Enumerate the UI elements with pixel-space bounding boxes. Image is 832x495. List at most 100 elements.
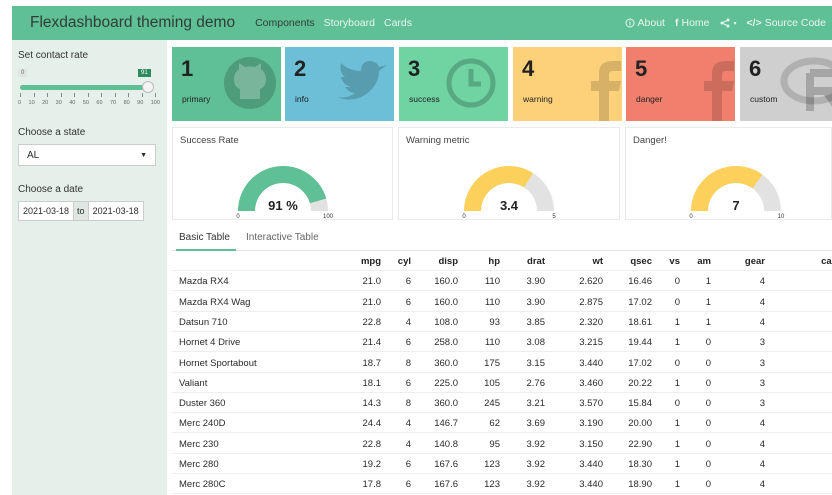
table-row: Valiant18.16225.01052.763.46020.221031 <box>172 373 832 393</box>
table-cell: 3 <box>759 357 765 369</box>
tick-label: 60 <box>96 100 103 106</box>
table-cell: 62 <box>489 418 500 430</box>
state-label: Choose a state <box>18 127 86 138</box>
table-cell: 1 <box>705 296 711 308</box>
clock-icon <box>446 58 496 108</box>
table-cell: 258.0 <box>434 337 458 349</box>
table-cell: 21.0 <box>362 276 382 288</box>
table-cell: 0 <box>705 418 711 430</box>
tab-basic-table[interactable]: Basic Table <box>179 232 230 243</box>
facebook-icon <box>704 61 734 121</box>
table-card: Basic Table Interactive Table mpg cyl disp… <box>172 226 832 495</box>
about-link[interactable]: About <box>625 17 665 29</box>
gauge-card-danger: Danger! 7 0 10 <box>625 127 832 220</box>
home-link[interactable]: f Home <box>675 17 710 29</box>
table-tabs: Basic Table Interactive Table <box>172 226 832 251</box>
table-cell: 245 <box>484 398 500 410</box>
table-cell: 4 <box>759 276 765 288</box>
table-row: Mazda RX421.06160.01103.902.62016.460144 <box>172 271 832 292</box>
table-cell: 6 <box>405 377 411 389</box>
tick-label: 0 <box>18 100 22 106</box>
table-cell: 19.44 <box>628 337 652 349</box>
gauge-min: 0 <box>236 214 240 220</box>
gauge-success-rate: 91 % 0 100 <box>236 166 334 220</box>
value-box-info: 2 info <box>285 47 394 121</box>
table-cell: 3.90 <box>526 276 546 288</box>
value-box-number: 2 <box>294 56 307 81</box>
tab-storyboard[interactable]: Storyboard <box>324 17 375 29</box>
row-name-cell: Mazda RX4 Wag <box>179 296 251 308</box>
table-cell: 3.21 <box>526 398 546 410</box>
column-header: am <box>697 256 711 267</box>
slider-handle[interactable] <box>142 81 154 93</box>
table-cell: 3.92 <box>526 479 546 491</box>
home-label: Home <box>681 17 710 29</box>
state-select[interactable]: AL ▼ <box>18 144 156 166</box>
share-menu[interactable]: ▾ <box>720 18 737 28</box>
column-header: drat <box>527 256 545 267</box>
contact-rate-slider[interactable]: 0 91 0 10 20 30 40 50 60 70 80 90 100 <box>18 67 161 111</box>
about-label: About <box>637 17 665 29</box>
table-cell: 0 <box>674 398 680 410</box>
table-cell: 0 <box>705 377 711 389</box>
table-cell: 21.0 <box>362 296 382 308</box>
tick-label: 30 <box>55 100 62 106</box>
tab-interactive-table[interactable]: Interactive Table <box>246 232 319 243</box>
table-cell: 6 <box>405 337 411 349</box>
r-logo-icon <box>780 57 832 111</box>
table-cell: 1 <box>674 479 680 491</box>
table-cell: 3.90 <box>526 296 546 308</box>
table-row: Hornet Sportabout 18.7 8 360.0 175 3.15 3.440 1… <box>172 353 832 373</box>
date-to-input[interactable]: 2021-03-18 <box>87 201 144 221</box>
row-name-cell: Merc 240D <box>179 418 226 430</box>
tab-cards[interactable]: Cards <box>384 17 412 29</box>
tick-label: 10 <box>28 100 35 106</box>
table-cell: 1 <box>705 276 711 288</box>
table-header-row: mpg cyl disp hp drat wt qsec vs am gear carl <box>172 251 832 271</box>
table-cell: 18.90 <box>628 479 652 491</box>
table-cell: 0 <box>705 337 711 349</box>
table-cell: 160.0 <box>434 296 458 308</box>
row-name-cell: Datsun 710 <box>179 316 228 328</box>
table-cell: 18.1 <box>362 377 382 389</box>
table-cell: 123 <box>484 459 500 470</box>
gauge-warning-metric: 3.4 0 5 <box>462 166 556 220</box>
gauge-max: 100 <box>323 214 334 220</box>
gauge-max: 5 <box>552 214 556 220</box>
table-cell: 4 <box>759 316 765 328</box>
table-cell: 3.08 <box>526 337 546 349</box>
table-cell: 3.460 <box>579 377 603 389</box>
row-name-cell: Mazda RX4 <box>179 276 229 288</box>
gauge-min: 0 <box>689 214 693 220</box>
table-cell: 95 <box>489 438 500 450</box>
table-row: Merc 240D24.44146.7623.693.19020.001042 <box>172 413 832 434</box>
info-circle-icon <box>625 18 635 28</box>
gauge-card-warning: Warning metric 3.4 0 5 <box>398 127 620 220</box>
column-header: gear <box>744 256 765 267</box>
table-cell: 6 <box>405 459 411 470</box>
table-cell: 4 <box>759 438 765 450</box>
table-cell: 21.4 <box>362 337 382 349</box>
slider-track[interactable] <box>20 85 146 90</box>
source-code-link[interactable]: </> Source Code <box>747 17 826 29</box>
table-cell: 17.02 <box>628 296 652 308</box>
column-header: cyl <box>397 256 411 267</box>
table-cell: 3 <box>759 337 765 349</box>
table-cell: 3.190 <box>579 418 603 430</box>
table-cell: 160.0 <box>434 276 458 288</box>
table-cell: 175 <box>484 357 500 369</box>
table-cell: 225.0 <box>434 377 458 389</box>
date-from-input[interactable]: 2021-03-18 <box>18 201 75 221</box>
table-cell: 1 <box>674 459 680 470</box>
value-box-caption: success <box>409 94 440 104</box>
app-title[interactable]: Flexdashboard theming demo <box>30 14 235 32</box>
value-box-success: 3 success <box>399 47 508 121</box>
column-header: mpg <box>360 256 381 267</box>
table-cell: 3.150 <box>579 438 603 450</box>
tab-components[interactable]: Components <box>255 17 315 29</box>
value-box-danger: 5 danger <box>626 47 735 121</box>
table-cell: 3.570 <box>579 398 603 410</box>
date-to-separator: to <box>74 201 88 221</box>
value-box-caption: warning <box>523 94 553 104</box>
table-cell: 18.61 <box>628 316 652 328</box>
